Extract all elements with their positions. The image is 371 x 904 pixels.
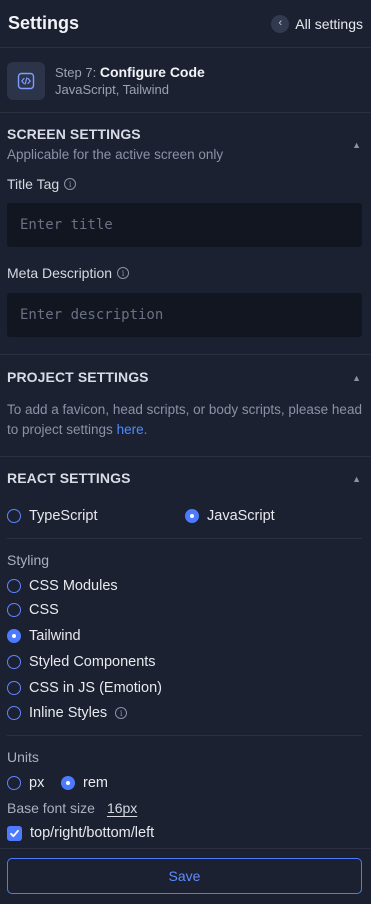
- radio-indicator: [7, 629, 21, 643]
- divider: [7, 538, 362, 539]
- meta-description-label: Meta Description: [7, 265, 113, 281]
- collapse-react-settings-icon[interactable]: ▲: [352, 474, 361, 484]
- radio-tailwind[interactable]: Tailwind: [7, 628, 81, 644]
- radio-px[interactable]: px: [7, 775, 44, 791]
- divider: [0, 354, 371, 355]
- step-prefix: Step 7:: [55, 65, 97, 80]
- check-icon: [10, 829, 19, 837]
- radio-rem[interactable]: rem: [61, 775, 108, 791]
- settings-header: Settings ‹ All settings: [0, 0, 371, 48]
- radio-label: CSS Modules: [29, 578, 118, 594]
- radio-indicator: [7, 776, 21, 790]
- screen-settings-subtitle: Applicable for the active screen only: [7, 147, 224, 162]
- info-icon: i: [117, 267, 130, 279]
- checkbox-label: top/right/bottom/left: [30, 825, 155, 841]
- radio-label: Inline Styles: [29, 705, 108, 721]
- all-settings-label: All settings: [295, 15, 363, 32]
- radio-indicator: [7, 509, 21, 523]
- radio-label: TypeScript: [29, 508, 98, 524]
- title-tag-input[interactable]: [7, 203, 362, 247]
- units-label: Units: [7, 749, 39, 765]
- divider: [0, 456, 371, 457]
- all-settings-button[interactable]: ‹ All settings: [271, 14, 363, 33]
- project-settings-text: To add a favicon, head scripts, or body …: [7, 400, 367, 440]
- radio-indicator: [61, 776, 75, 790]
- base-font-size-row: Base font size 16px: [7, 800, 137, 816]
- radio-label: CSS in JS (Emotion): [29, 680, 162, 696]
- radio-label: Styled Components: [29, 654, 156, 670]
- project-settings-description: To add a favicon, head scripts, or body …: [7, 402, 362, 437]
- collapse-project-settings-icon[interactable]: ▲: [352, 373, 361, 383]
- chevron-left-icon: ‹: [271, 14, 290, 33]
- radio-label: rem: [83, 775, 108, 791]
- radio-indicator: [7, 603, 21, 617]
- save-button[interactable]: Save: [7, 858, 362, 894]
- screen-settings-title: SCREEN SETTINGS: [7, 126, 141, 142]
- step-summary: Step 7: Configure Code JavaScript, Tailw…: [0, 49, 371, 113]
- title-tag-label-row: Title Tag i: [7, 176, 77, 192]
- radio-indicator: [7, 579, 21, 593]
- radio-label: Tailwind: [29, 628, 81, 644]
- styling-label: Styling: [7, 552, 50, 568]
- base-font-size-value[interactable]: 16px: [107, 800, 137, 816]
- step-subtitle: JavaScript, Tailwind: [55, 82, 169, 97]
- meta-description-label-row: Meta Description i: [7, 265, 130, 281]
- step-name: Configure Code: [99, 64, 205, 80]
- radio-indicator: [7, 681, 21, 695]
- radio-label: CSS: [29, 602, 59, 618]
- radio-javascript[interactable]: JavaScript: [185, 508, 275, 524]
- radio-css[interactable]: CSS: [7, 602, 59, 618]
- radio-css-modules[interactable]: CSS Modules: [7, 578, 118, 594]
- radio-indicator: [185, 509, 199, 523]
- radio-inline-styles[interactable]: Inline Styles i: [7, 705, 128, 721]
- react-settings-title: REACT SETTINGS: [7, 470, 131, 486]
- radio-css-in-js[interactable]: CSS in JS (Emotion): [7, 680, 162, 696]
- info-icon: i: [115, 707, 128, 719]
- checkbox-trbl[interactable]: top/right/bottom/left: [7, 825, 154, 841]
- project-settings-link[interactable]: here.: [117, 422, 148, 437]
- project-settings-title: PROJECT SETTINGS: [7, 369, 149, 385]
- collapse-screen-settings-icon[interactable]: ▲: [352, 140, 361, 150]
- radio-typescript[interactable]: TypeScript: [7, 508, 98, 524]
- checkbox-indicator: [7, 825, 22, 841]
- divider: [7, 735, 362, 736]
- radio-label: px: [29, 775, 45, 791]
- radio-label: JavaScript: [207, 508, 275, 524]
- divider: [0, 848, 371, 849]
- page-title: Settings: [8, 13, 80, 33]
- info-icon: i: [64, 178, 77, 190]
- radio-indicator: [7, 655, 21, 669]
- title-tag-label: Title Tag: [7, 176, 60, 192]
- meta-description-input[interactable]: [7, 293, 362, 337]
- radio-indicator: [7, 706, 21, 720]
- base-font-size-label: Base font size: [7, 800, 95, 816]
- code-icon: [7, 61, 45, 100]
- radio-styled-components[interactable]: Styled Components: [7, 654, 156, 670]
